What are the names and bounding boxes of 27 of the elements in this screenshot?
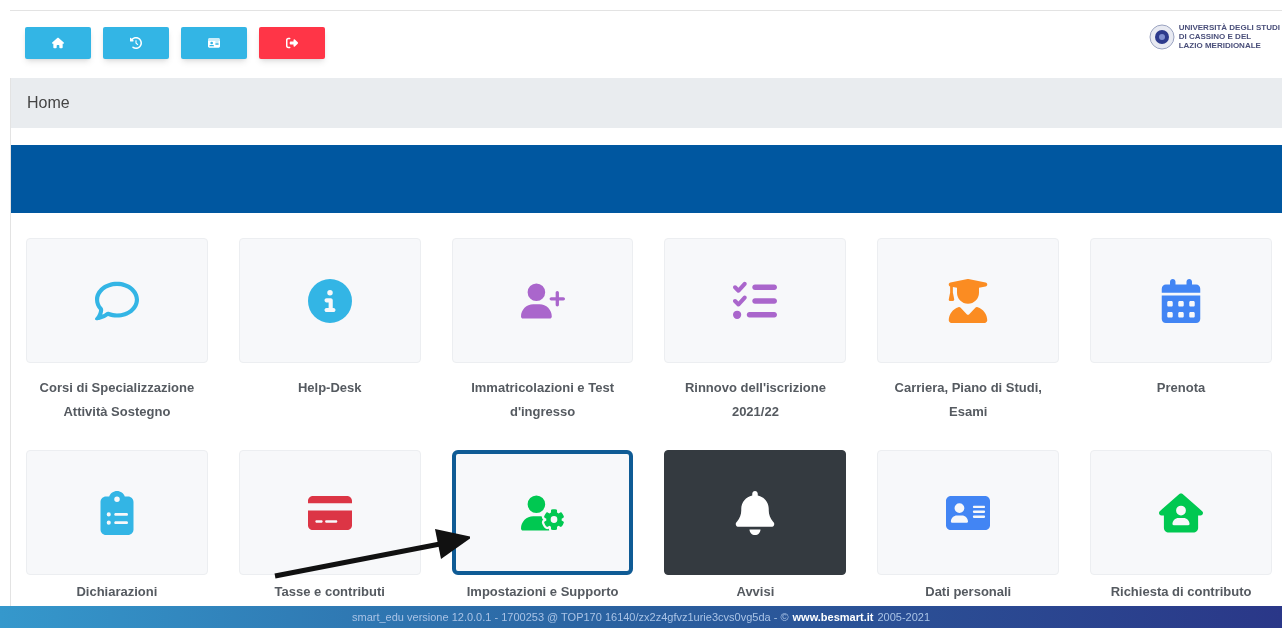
tile-label[interactable]: Impostazioni e Supporto xyxy=(466,580,619,606)
footer-link[interactable]: www.besmart.it xyxy=(792,608,874,626)
logout-icon xyxy=(286,37,298,49)
tile-label[interactable]: Rinnovo dell'iscrizione 2021/22 xyxy=(664,376,847,450)
footer-years: 2005-2021 xyxy=(877,609,930,625)
menu-tile[interactable] xyxy=(664,450,847,575)
breadcrumb-item[interactable]: Home xyxy=(27,91,70,115)
tile-label[interactable]: Help-Desk xyxy=(297,376,362,450)
tile-label[interactable]: Carriera, Piano di Studi, Esami xyxy=(877,376,1060,450)
university-name: UNIVERSITÀ DEGLI STUDI DI CASSINO E DEL LAZIO MERIDIONALE xyxy=(1178,23,1280,50)
toolbar-button[interactable] xyxy=(259,27,325,59)
tile-label[interactable]: Prenota xyxy=(1156,376,1206,450)
tile-label[interactable]: Dati personali xyxy=(925,580,1012,606)
tile-label[interactable]: Immatricolazioni e Test d'ingresso xyxy=(451,376,634,450)
history-icon xyxy=(130,37,142,49)
toolbar-button[interactable] xyxy=(103,27,169,59)
tile-label[interactable]: Corsi di Specializzazione Attività Sostegno xyxy=(26,376,208,450)
home-icon xyxy=(52,37,64,49)
tile-label[interactable]: Tasse e contributi xyxy=(274,580,385,606)
tile-label[interactable]: Richiesta di contributo xyxy=(1110,580,1252,606)
id-card-icon xyxy=(208,37,220,49)
tile-label[interactable]: Dichiarazioni xyxy=(76,580,158,606)
toolbar-button[interactable] xyxy=(181,27,247,59)
tile-label[interactable]: Avvisi xyxy=(736,580,775,606)
footer-text: smart_edu versione 12.0.0.1 - 1700253 @ TOP170 16140/zx2z4gfvz1urie3cvs0vg5da - © xyxy=(352,609,789,625)
university-seal-icon xyxy=(1148,23,1175,50)
toolbar-button[interactable] xyxy=(25,27,91,59)
